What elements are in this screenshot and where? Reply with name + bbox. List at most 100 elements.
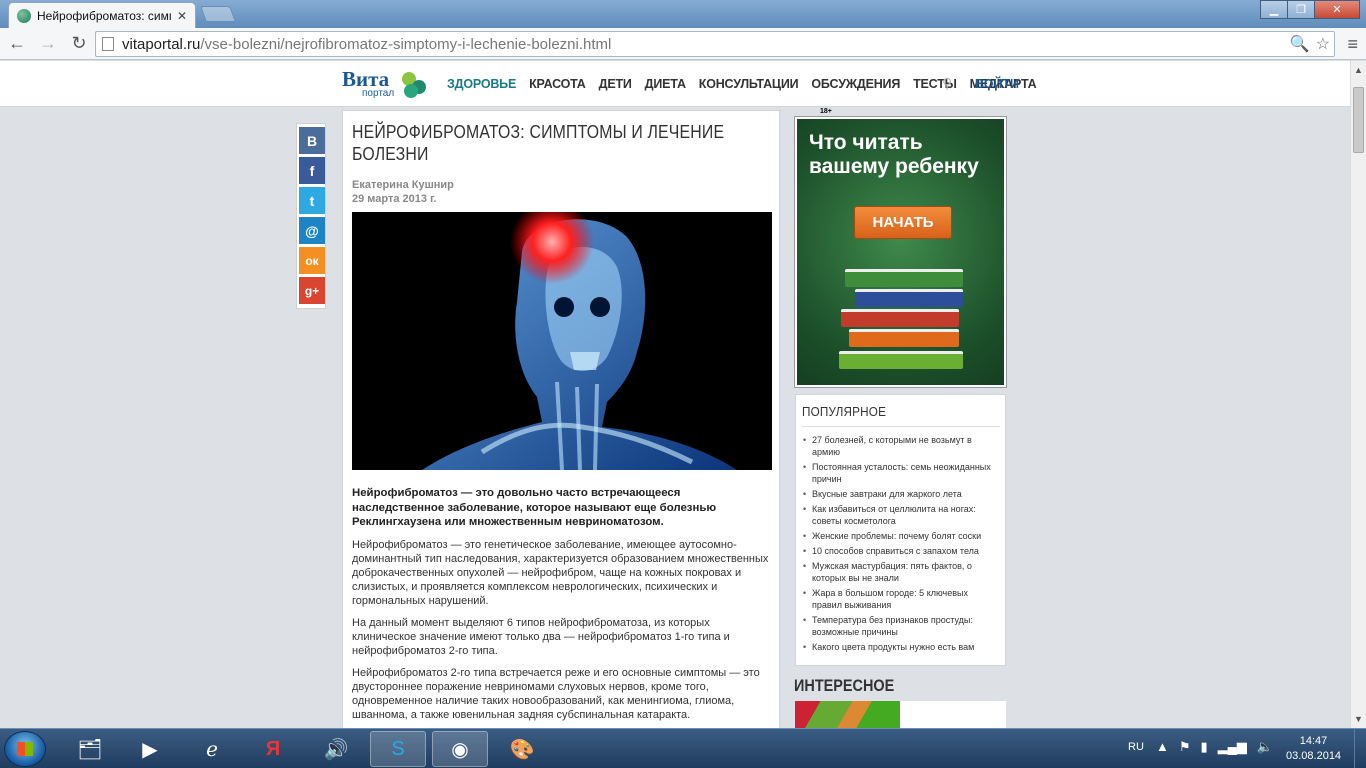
article-image xyxy=(352,212,772,470)
list-item[interactable]: 27 болезней, с которыми не возьмут в арм… xyxy=(802,434,999,458)
yandex-browser-icon[interactable]: Я xyxy=(245,731,301,767)
volume-app-icon[interactable]: 🔊 xyxy=(308,731,364,767)
show-desktop-button[interactable] xyxy=(1354,729,1366,768)
logo-leaf-icon xyxy=(404,84,418,98)
site-favicon-icon xyxy=(17,8,31,23)
book-icon xyxy=(849,329,959,347)
minimize-button[interactable]: ▁ xyxy=(1260,0,1288,19)
article-author[interactable]: Екатерина Кушнир xyxy=(352,179,770,191)
page-viewport: Вита портал ЗДОРОВЬЕ КРАСОТА ДЕТИ ДИЕТА … xyxy=(0,61,1350,728)
internet-explorer-icon[interactable]: ℯ xyxy=(184,731,240,767)
article-paragraph: На данный момент выделяют 6 типов нейроф… xyxy=(352,616,730,657)
clock[interactable]: 14:47 03.08.2014 xyxy=(1286,734,1341,764)
scroll-down-icon[interactable]: ▼ xyxy=(1354,714,1363,724)
site-logo[interactable]: Вита портал xyxy=(342,67,432,101)
list-item[interactable]: Как избавиться от целлюлита на ногах: со… xyxy=(802,503,999,527)
share-panel: B f t @ ок g+ xyxy=(296,123,326,309)
start-button[interactable] xyxy=(4,731,46,767)
chrome-menu-icon[interactable]: ≡ xyxy=(1347,34,1358,55)
ad-headline: Что читать вашему ребенку xyxy=(809,131,979,178)
forward-button[interactable]: → xyxy=(34,30,62,58)
paint-icon[interactable]: 🎨 xyxy=(494,731,550,767)
interesting-thumbnail[interactable] xyxy=(795,701,1006,728)
skype-icon[interactable]: S xyxy=(370,731,426,767)
maximize-button[interactable]: ❐ xyxy=(1287,0,1315,19)
twitter-icon[interactable]: t xyxy=(299,187,325,214)
search-icon[interactable]: ⚲ xyxy=(942,75,952,92)
volume-icon[interactable]: 🔈 xyxy=(1257,739,1273,755)
mail-icon[interactable]: @ xyxy=(299,217,325,244)
browser-tab[interactable]: Нейрофиброматоз: симг ✕ xyxy=(8,2,196,28)
media-player-icon[interactable]: ▶ xyxy=(122,731,178,767)
list-item[interactable]: Жара в большом городе: 5 ключевых правил… xyxy=(802,587,999,611)
nav-item-consultations[interactable]: КОНСУЛЬТАЦИИ xyxy=(699,77,799,91)
list-item[interactable]: Мужская мастурбация: пять фактов, о кото… xyxy=(802,560,999,584)
bookmark-star-icon[interactable]: ☆ xyxy=(1316,34,1330,54)
windows-taskbar: 🗂 ▶ ℯ Я 🔊 S ◉ 🎨 RU ▲ ⚑ ▮ ▂▄▆ 🔈 14:47 03.… xyxy=(0,728,1366,768)
nav-item-health[interactable]: ЗДОРОВЬЕ xyxy=(447,77,516,91)
list-item[interactable]: Вкусные завтраки для жаркого лета xyxy=(802,488,999,500)
list-item[interactable]: 10 способов справиться с запахом тела xyxy=(802,545,999,557)
article: НЕЙРОФИБРОМАТОЗ: СИМПТОМЫ И ЛЕЧЕНИЕ БОЛЕ… xyxy=(342,110,780,728)
ad-start-button[interactable]: НАЧАТЬ xyxy=(854,206,952,239)
back-button[interactable]: ← xyxy=(3,30,31,58)
nav-item-discussions[interactable]: ОБСУЖДЕНИЯ xyxy=(811,77,900,91)
scrollbar-thumb[interactable] xyxy=(1353,87,1364,153)
clock-time: 14:47 xyxy=(1299,735,1328,747)
logo-sub: портал xyxy=(362,88,395,99)
url-path: /vse-bolezni/nejrofibromatoz-simptomy-i-… xyxy=(200,35,612,53)
facebook-icon[interactable]: f xyxy=(299,157,325,184)
odnoklassniki-icon[interactable]: ок xyxy=(299,247,325,274)
address-bar[interactable]: vitaportal.ru/vse-bolezni/nejrofibromato… xyxy=(95,31,1335,57)
book-icon xyxy=(839,351,963,369)
list-item[interactable]: Женские проблемы: почему болят соски xyxy=(802,530,999,542)
clock-date: 03.08.2014 xyxy=(1286,750,1342,762)
tray-expand-icon[interactable]: ▲ xyxy=(1156,739,1169,755)
vk-icon[interactable]: B xyxy=(299,127,325,154)
tab-title: Нейрофиброматоз: симг xyxy=(37,8,171,23)
action-center-flag-icon[interactable]: ⚑ xyxy=(1179,739,1191,755)
url-text: vitaportal.ru/vse-bolezni/nejrofibromato… xyxy=(122,36,611,53)
interesting-heading: ИНТЕРЕСНОЕ xyxy=(794,676,895,695)
explorer-icon[interactable]: 🗂 xyxy=(62,731,118,767)
close-window-button[interactable]: ✕ xyxy=(1314,0,1360,19)
scroll-up-icon[interactable]: ▲ xyxy=(1354,65,1363,75)
book-icon xyxy=(855,289,963,307)
ad-age-label: 18+ xyxy=(796,108,1006,116)
nav-item-diet[interactable]: ДИЕТА xyxy=(645,77,686,91)
url-host: vitaportal.ru xyxy=(122,35,201,53)
login-link[interactable]: ВОЙТИ xyxy=(975,77,1019,91)
vegetables-image xyxy=(795,701,900,728)
list-item[interactable]: Температура без признаков простуды: возм… xyxy=(802,614,999,638)
article-paragraph: Нейрофиброматоз — это генетическое забол… xyxy=(352,538,769,607)
sidebar-ad-banner[interactable]: Что читать вашему ребенку НАЧАТЬ xyxy=(794,116,1007,388)
list-item[interactable]: Постоянная усталость: семь неожиданных п… xyxy=(802,461,999,485)
nav-item-beauty[interactable]: КРАСОТА xyxy=(529,77,586,91)
article-paragraph: Нейрофиброматоз 2-го типа встречается ре… xyxy=(352,666,760,721)
reload-button[interactable]: ↻ xyxy=(65,30,93,58)
page-icon xyxy=(102,37,114,51)
article-date: 29 марта 2013 г. xyxy=(352,193,437,205)
tab-close-icon[interactable]: ✕ xyxy=(177,9,187,23)
system-tray: RU ▲ ⚑ ▮ ▂▄▆ 🔈 14:47 03.08.2014 xyxy=(1116,729,1366,768)
chrome-icon[interactable]: ◉ xyxy=(432,731,488,767)
popular-heading: ПОПУЛЯРНОЕ xyxy=(802,404,1000,427)
xray-head-illustration xyxy=(352,212,772,470)
site-header: Вита портал ЗДОРОВЬЕ КРАСОТА ДЕТИ ДИЕТА … xyxy=(0,61,1350,107)
new-tab-button[interactable] xyxy=(200,6,236,22)
book-icon xyxy=(845,269,963,287)
arrow-right-icon: → xyxy=(39,33,57,53)
browser-titlebar: Нейрофиброматоз: симг ✕ ▁ ❐ ✕ xyxy=(0,0,1366,28)
list-item[interactable]: Какого цвета продукты нужно есть вам xyxy=(802,641,999,653)
book-icon xyxy=(841,309,959,327)
power-icon[interactable]: ▮ xyxy=(1201,739,1208,755)
googleplus-icon[interactable]: g+ xyxy=(299,277,325,304)
page-scrollbar[interactable]: ▲ ▼ xyxy=(1350,61,1366,728)
article-lead: Нейрофиброматоз — это довольно часто вст… xyxy=(352,487,717,528)
network-signal-icon[interactable]: ▂▄▆ xyxy=(1218,739,1247,755)
nav-item-kids[interactable]: ДЕТИ xyxy=(599,77,632,91)
reload-icon: ↻ xyxy=(71,33,87,53)
zoom-icon[interactable]: 🔍 xyxy=(1290,34,1310,54)
language-indicator[interactable]: RU xyxy=(1128,741,1144,753)
popular-block: ПОПУЛЯРНОЕ 27 болезней, с которыми не во… xyxy=(795,394,1006,666)
